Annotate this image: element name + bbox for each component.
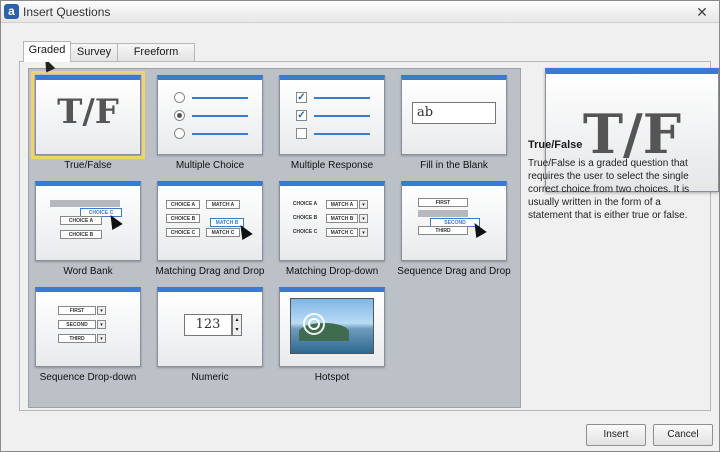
- tile-label: Numeric: [191, 372, 229, 383]
- radio-icon: [174, 128, 185, 139]
- tile-label: Matching Drag and Drop: [155, 266, 265, 277]
- choice-label: CHOICE A: [292, 201, 318, 207]
- radio-row: [174, 92, 248, 104]
- question-type-sequence-drag-and-drop[interactable]: FIRST SECOND THIRD Sequence Drag and Dro…: [397, 181, 511, 281]
- preview-title: True/False: [528, 139, 583, 151]
- match-dropdown: MATCH B: [326, 214, 358, 223]
- word-bank-thumbnail: CHOICE C CHOICE A CHOICE B: [35, 181, 141, 261]
- numeric-field-icon: 123: [184, 314, 232, 336]
- tile-label: Word Bank: [63, 266, 113, 277]
- tile-label: Matching Drop-down: [285, 266, 379, 277]
- spinner-icon: ▴ ▾: [232, 314, 242, 336]
- landscape-image-icon: [290, 298, 374, 354]
- insert-questions-dialog: a Insert Questions ✕ Graded Survey Freef…: [0, 0, 720, 452]
- sequence-drag-drop-thumbnail: FIRST SECOND THIRD: [401, 181, 507, 261]
- choice-chip: CHOICE A: [166, 200, 200, 209]
- choice-chip: CHOICE B: [166, 214, 200, 223]
- sequence-chip: THIRD: [418, 226, 468, 235]
- tf-glyph: T/F: [57, 92, 119, 132]
- question-type-word-bank[interactable]: CHOICE C CHOICE A CHOICE B Word Bank: [33, 181, 143, 281]
- checkbox-checked-icon: ✓: [296, 92, 307, 103]
- cancel-button[interactable]: Cancel: [653, 424, 713, 446]
- tile-label: Sequence Drag and Drop: [397, 266, 511, 277]
- question-type-multiple-response[interactable]: ✓ ✓ Multiple Response: [277, 75, 387, 175]
- tile-label: Sequence Drop-down: [39, 372, 137, 383]
- choice-label: CHOICE C: [292, 229, 318, 235]
- choice-chip: CHOICE C: [166, 228, 200, 237]
- tab-freeform[interactable]: Freeform: [117, 43, 195, 61]
- title-bar: a Insert Questions ✕: [1, 1, 719, 23]
- tab-panel: T/F True/False Multiple Choice ✓ ✓ Multi…: [19, 61, 719, 411]
- checkbox-row: ✓: [296, 92, 370, 104]
- word-bank-slot: [50, 200, 120, 207]
- question-type-fill-in-the-blank[interactable]: ab Fill in the Blank: [399, 75, 509, 175]
- window-title: Insert Questions: [23, 5, 111, 19]
- word-chip: CHOICE A: [60, 216, 102, 225]
- question-type-grid: T/F True/False Multiple Choice ✓ ✓ Multi…: [28, 68, 521, 408]
- sequence-chip: FIRST: [418, 198, 468, 207]
- insert-button[interactable]: Insert: [586, 424, 646, 446]
- text-field-icon: ab: [412, 102, 496, 124]
- question-type-hotspot[interactable]: Hotspot: [277, 287, 387, 387]
- chevron-down-icon: ▾: [359, 200, 368, 209]
- true-false-thumbnail: T/F: [31, 71, 145, 159]
- radio-icon: [174, 92, 185, 103]
- multiple-response-thumbnail: ✓ ✓: [279, 75, 385, 155]
- preview-description: True/False is a graded question that req…: [528, 158, 690, 221]
- chevron-down-icon: ▾: [97, 320, 106, 329]
- sequence-dropdown: SECOND: [58, 320, 96, 329]
- matching-drag-drop-thumbnail: CHOICE A CHOICE B CHOICE C MATCH A MATCH…: [157, 181, 263, 261]
- radio-selected-icon: [174, 110, 185, 121]
- tile-label: Multiple Choice: [175, 160, 245, 171]
- question-type-matching-drop-down[interactable]: CHOICE A CHOICE B CHOICE C MATCH A ▾ MAT…: [277, 181, 387, 281]
- tile-label: Hotspot: [314, 372, 350, 383]
- match-dropdown: MATCH A: [326, 200, 358, 209]
- match-chip: MATCH A: [206, 200, 240, 209]
- question-type-true-false[interactable]: T/F True/False: [31, 71, 145, 175]
- question-type-multiple-choice[interactable]: Multiple Choice: [155, 75, 265, 175]
- word-chip: CHOICE B: [60, 230, 102, 239]
- app-logo-icon: a: [4, 4, 19, 19]
- fill-in-the-blank-thumbnail: ab: [401, 75, 507, 155]
- checkbox-row: ✓: [296, 110, 370, 122]
- sequence-drop-down-thumbnail: FIRST ▾ SECOND ▾ THIRD ▾: [35, 287, 141, 367]
- sequence-dropdown: FIRST: [58, 306, 96, 315]
- checkbox-row: [296, 128, 370, 140]
- chevron-down-icon: ▾: [97, 306, 106, 315]
- checkbox-checked-icon: ✓: [296, 110, 307, 121]
- radio-row: [174, 110, 248, 122]
- numeric-thumbnail: 123 ▴ ▾: [157, 287, 263, 367]
- question-type-sequence-drop-down[interactable]: FIRST ▾ SECOND ▾ THIRD ▾ Sequence Drop-d…: [33, 287, 143, 387]
- sequence-dropdown: THIRD: [58, 334, 96, 343]
- checkbox-icon: [296, 128, 307, 139]
- question-type-numeric[interactable]: 123 ▴ ▾ Numeric: [155, 287, 265, 387]
- sequence-slot: [418, 210, 468, 217]
- matching-drop-down-thumbnail: CHOICE A CHOICE B CHOICE C MATCH A ▾ MAT…: [279, 181, 385, 261]
- multiple-choice-thumbnail: [157, 75, 263, 155]
- choice-label: CHOICE B: [292, 215, 318, 221]
- tile-label: True/False: [64, 160, 112, 171]
- hotspot-thumbnail: [279, 287, 385, 367]
- tab-survey[interactable]: Survey: [70, 43, 118, 61]
- match-dropdown: MATCH C: [326, 228, 358, 237]
- tile-label: Multiple Response: [290, 160, 374, 171]
- question-type-matching-drag-and-drop[interactable]: CHOICE A CHOICE B CHOICE C MATCH A MATCH…: [155, 181, 265, 281]
- radio-row: [174, 128, 248, 140]
- tab-graded[interactable]: Graded: [23, 41, 71, 62]
- chevron-down-icon: ▾: [359, 214, 368, 223]
- close-icon[interactable]: ✕: [693, 3, 711, 21]
- chevron-down-icon: ▾: [97, 334, 106, 343]
- tile-label: Fill in the Blank: [420, 160, 488, 171]
- match-chip: MATCH C: [206, 228, 240, 237]
- chevron-down-icon: ▾: [359, 228, 368, 237]
